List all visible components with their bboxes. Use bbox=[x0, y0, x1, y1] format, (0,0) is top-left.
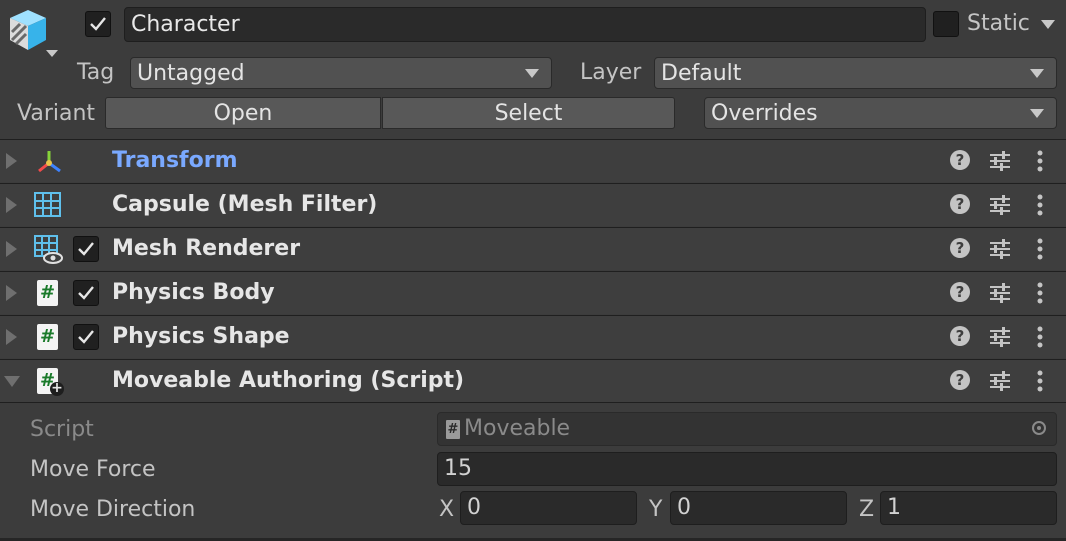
move-force-field[interactable]: 15 bbox=[437, 452, 1057, 486]
more-menu-icon[interactable] bbox=[1036, 237, 1044, 261]
more-menu-icon[interactable] bbox=[1036, 149, 1044, 173]
chevron-down-icon bbox=[1030, 109, 1044, 118]
help-icon[interactable]: ? bbox=[950, 238, 970, 258]
presets-icon[interactable] bbox=[989, 370, 1011, 392]
z-value: 1 bbox=[887, 495, 901, 520]
name-field[interactable]: Character bbox=[124, 7, 926, 42]
static-label: Static bbox=[967, 11, 1030, 36]
more-menu-icon[interactable] bbox=[1036, 193, 1044, 217]
variant-label: Variant bbox=[17, 101, 96, 126]
chevron-down-icon bbox=[1030, 69, 1044, 78]
static-toggle[interactable] bbox=[933, 11, 959, 37]
script-label: Script bbox=[30, 417, 94, 442]
more-menu-icon[interactable] bbox=[1036, 325, 1044, 349]
y-field[interactable]: 0 bbox=[670, 491, 847, 525]
chevron-down-icon[interactable] bbox=[46, 50, 58, 57]
tag-dropdown[interactable]: Untagged bbox=[130, 57, 552, 89]
checkmark-icon bbox=[78, 286, 94, 300]
layer-label: Layer bbox=[580, 60, 642, 85]
name-value: Character bbox=[131, 11, 240, 37]
presets-icon[interactable] bbox=[989, 326, 1011, 348]
x-label[interactable]: X bbox=[439, 497, 454, 522]
help-icon[interactable]: ? bbox=[950, 194, 970, 214]
script-icon: # bbox=[37, 280, 58, 306]
checkmark-icon bbox=[78, 242, 94, 256]
mesh-renderer-icon bbox=[34, 235, 63, 264]
component-title: Mesh Renderer bbox=[112, 236, 301, 261]
component-header-transform[interactable]: Transform ? bbox=[0, 139, 1066, 182]
script-value: Moveable bbox=[464, 416, 571, 441]
component-header-moveable-authoring[interactable]: # + Moveable Authoring (Script) ? bbox=[0, 359, 1066, 402]
component-header-physics-body[interactable]: # Physics Body ? bbox=[0, 271, 1066, 314]
script-field: # Moveable bbox=[437, 412, 1057, 446]
move-force-value: 15 bbox=[444, 456, 472, 481]
chevron-down-icon bbox=[1041, 20, 1055, 29]
component-enabled-toggle[interactable] bbox=[73, 324, 99, 350]
component-title: Moveable Authoring (Script) bbox=[112, 368, 465, 393]
script-icon: # bbox=[37, 324, 58, 350]
script-add-icon: # + bbox=[37, 368, 65, 398]
help-icon[interactable]: ? bbox=[950, 150, 970, 170]
layer-dropdown[interactable]: Default bbox=[654, 57, 1057, 89]
help-icon[interactable]: ? bbox=[950, 326, 970, 346]
x-value: 0 bbox=[467, 495, 481, 520]
chevron-down-icon bbox=[525, 69, 539, 78]
static-dropdown[interactable]: Static bbox=[967, 11, 1059, 41]
component-enabled-toggle[interactable] bbox=[73, 280, 99, 306]
component-title: Transform bbox=[112, 148, 238, 173]
foldout-arrow-icon[interactable] bbox=[6, 285, 17, 301]
help-icon[interactable]: ? bbox=[950, 282, 970, 302]
active-toggle[interactable] bbox=[85, 11, 111, 37]
component-header-physics-shape[interactable]: # Physics Shape ? bbox=[0, 315, 1066, 358]
select-button[interactable]: Select bbox=[382, 97, 675, 129]
z-label[interactable]: Z bbox=[859, 497, 874, 522]
presets-icon[interactable] bbox=[989, 282, 1011, 304]
transform-icon bbox=[38, 151, 61, 173]
open-button[interactable]: Open bbox=[105, 97, 381, 129]
component-header-mesh-filter[interactable]: Capsule (Mesh Filter) ? bbox=[0, 183, 1066, 226]
overrides-dropdown[interactable]: Overrides bbox=[704, 97, 1057, 129]
script-file-icon: # bbox=[446, 419, 460, 439]
foldout-arrow-icon[interactable] bbox=[6, 197, 17, 213]
more-menu-icon[interactable] bbox=[1036, 369, 1044, 393]
component-title: Physics Shape bbox=[112, 324, 290, 349]
layer-value: Default bbox=[661, 60, 742, 86]
gameobject-icon[interactable] bbox=[4, 6, 62, 62]
foldout-arrow-icon[interactable] bbox=[6, 329, 17, 345]
checkmark-icon bbox=[78, 330, 94, 344]
tag-value: Untagged bbox=[137, 60, 245, 86]
move-force-label: Move Force bbox=[30, 457, 156, 482]
y-value: 0 bbox=[677, 495, 691, 520]
object-picker-icon bbox=[1032, 421, 1046, 435]
mesh-filter-icon bbox=[34, 192, 61, 217]
presets-icon[interactable] bbox=[989, 238, 1011, 260]
overrides-label: Overrides bbox=[711, 100, 818, 126]
z-field[interactable]: 1 bbox=[880, 491, 1057, 525]
presets-icon[interactable] bbox=[989, 150, 1011, 172]
y-label[interactable]: Y bbox=[649, 497, 662, 522]
checkmark-icon bbox=[90, 17, 106, 31]
component-title: Physics Body bbox=[112, 280, 275, 305]
open-label: Open bbox=[213, 100, 273, 126]
more-menu-icon[interactable] bbox=[1036, 281, 1044, 305]
move-direction-label: Move Direction bbox=[30, 497, 196, 522]
presets-icon[interactable] bbox=[989, 194, 1011, 216]
help-icon[interactable]: ? bbox=[950, 370, 970, 390]
component-header-mesh-renderer[interactable]: Mesh Renderer ? bbox=[0, 227, 1066, 270]
foldout-arrow-icon[interactable] bbox=[6, 153, 17, 169]
select-label: Select bbox=[494, 100, 563, 126]
tag-label: Tag bbox=[77, 60, 115, 85]
x-field[interactable]: 0 bbox=[460, 491, 637, 525]
foldout-arrow-icon[interactable] bbox=[6, 241, 17, 257]
component-title: Capsule (Mesh Filter) bbox=[112, 192, 378, 217]
foldout-arrow-icon[interactable] bbox=[4, 376, 20, 387]
component-enabled-toggle[interactable] bbox=[73, 236, 99, 262]
